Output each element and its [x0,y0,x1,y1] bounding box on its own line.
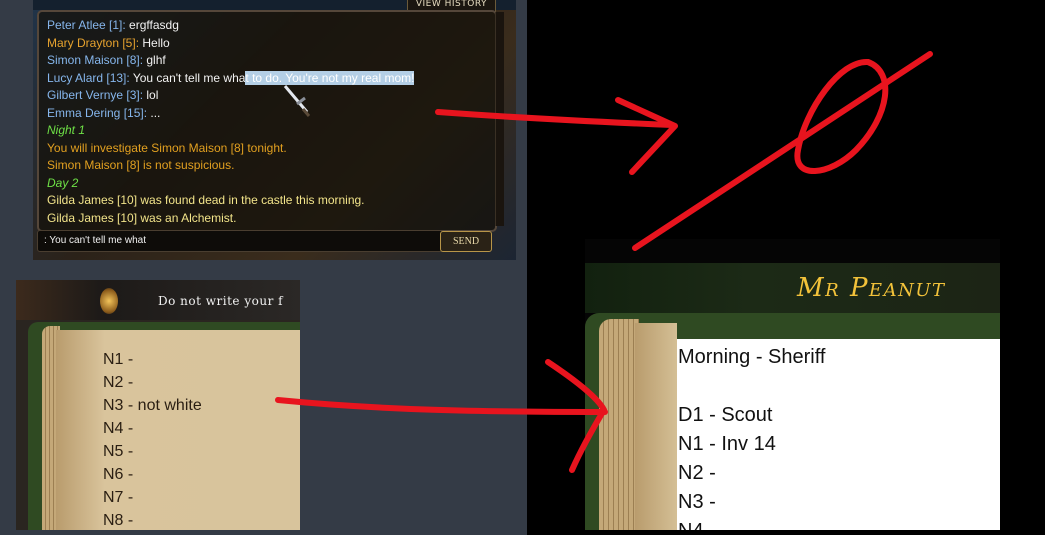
arrowhead-lower-icon [545,359,607,473]
arrow-upper-icon [435,109,675,128]
slash-stroke-icon [632,51,933,251]
annotation-layer [275,51,933,473]
arrowhead-upper-icon [615,97,678,175]
crossed-out-zero-icon [794,59,889,174]
arrow-lower-icon [275,397,608,415]
